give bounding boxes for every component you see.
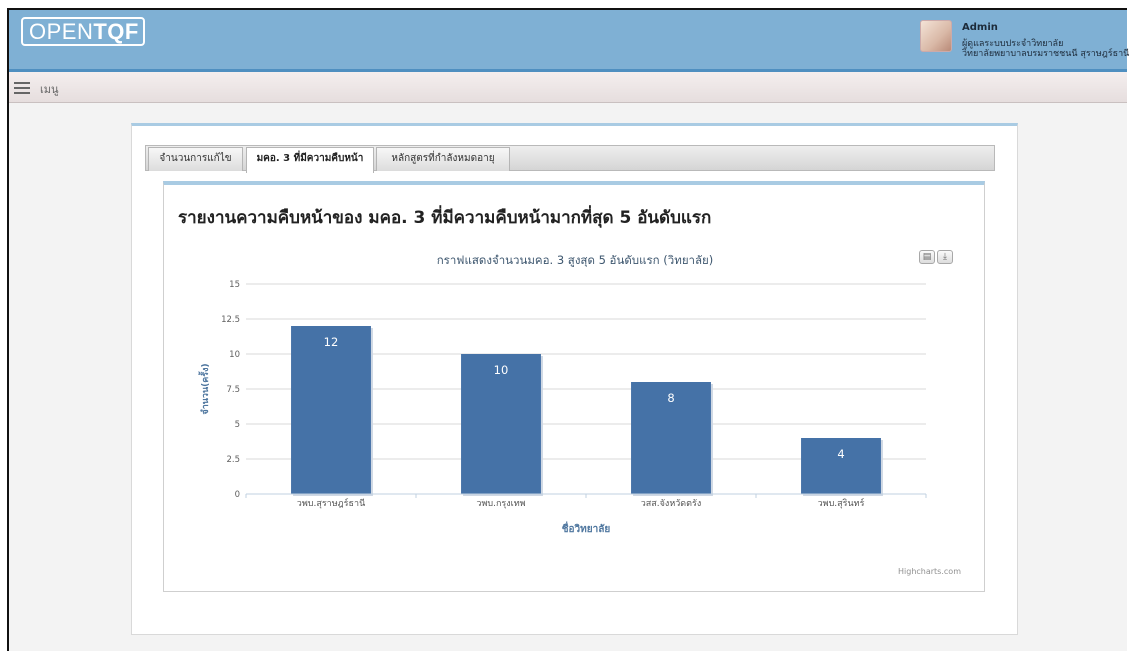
y-tick-label: 10: [229, 350, 240, 360]
data-label: 8: [667, 391, 674, 405]
highcharts-credit[interactable]: Highcharts.com: [898, 567, 961, 576]
x-tick-label: วพบ.สุราษฎร์ธานี: [297, 497, 365, 509]
y-axis-label: จำนวน(ครั้ง): [198, 363, 211, 414]
x-tick-label: วสส.จังหวัดตรัง: [641, 499, 701, 509]
x-axis-label: ชื่อวิทยาลัย: [562, 521, 611, 535]
bar-chart: 0 2.5 5 7.5 10 12.5 15 12 10 8 4 วพบ.สุราษฎร์ธานี…: [198, 280, 927, 535]
y-tick-label: 0: [235, 490, 240, 500]
data-label: 12: [324, 335, 339, 349]
data-label: 4: [837, 447, 844, 461]
x-tick-label: วพบ.กรุงเทพ: [476, 499, 525, 509]
bar: [291, 326, 371, 494]
y-tick-label: 7.5: [226, 385, 240, 395]
y-tick-label: 15: [229, 280, 240, 290]
x-tick-label: วพบ.สุรินทร์: [818, 497, 865, 509]
y-tick-label: 12.5: [221, 315, 240, 325]
y-tick-label: 2.5: [226, 455, 240, 465]
y-tick-label: 5: [235, 420, 240, 430]
data-label: 10: [494, 363, 509, 377]
